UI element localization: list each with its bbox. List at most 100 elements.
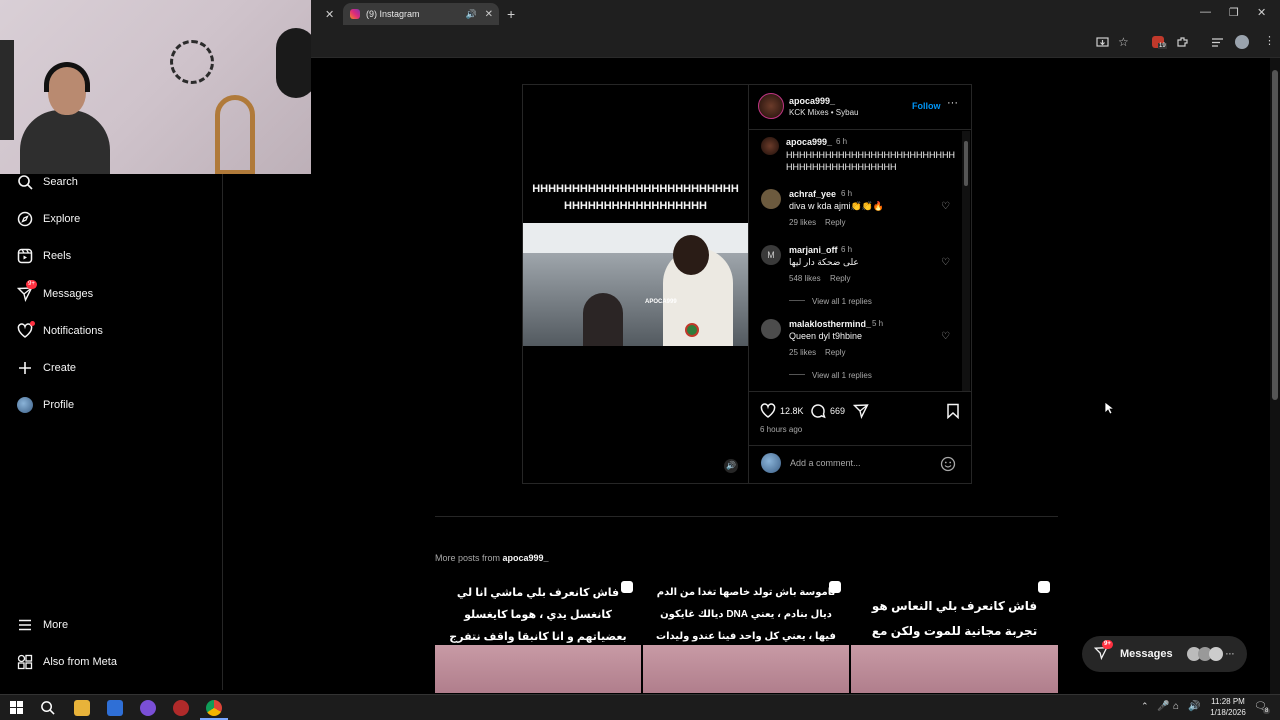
sidebar-item-notifications[interactable]: Notifications bbox=[16, 321, 103, 340]
comment-username[interactable]: achraf_yee bbox=[789, 189, 836, 199]
follow-button[interactable]: Follow bbox=[912, 101, 941, 111]
chevron-up-icon[interactable]: ⌃ bbox=[1141, 701, 1149, 712]
post-modal: HHHHHHHHHHHHHHHHHHHHHHHHHHHHHHHHHHHHHHHH… bbox=[522, 84, 972, 484]
emoji-icon[interactable] bbox=[940, 456, 956, 472]
more-posts-prefix: More posts from bbox=[435, 553, 503, 563]
like-comment-icon[interactable]: ♡ bbox=[941, 331, 950, 342]
messages-badge: 9+ bbox=[1102, 639, 1113, 649]
reply-button[interactable]: Reply bbox=[825, 348, 845, 357]
sidebar-item-profile[interactable]: Profile bbox=[16, 396, 74, 414]
media-controls-icon[interactable] bbox=[1211, 37, 1224, 48]
view-replies-button[interactable]: View all 1 replies bbox=[812, 297, 872, 306]
more-contacts-icon: ··· bbox=[1225, 649, 1235, 659]
minimize-button[interactable]: — bbox=[1200, 6, 1211, 18]
microphone-icon[interactable]: 🎤 bbox=[1157, 701, 1169, 712]
video-frame[interactable]: APOCA999 bbox=[523, 223, 748, 346]
kebab-menu-icon[interactable]: ⋮ bbox=[1264, 34, 1275, 47]
comment-username[interactable]: malaklosthermind_ bbox=[789, 319, 871, 329]
like-count[interactable]: 12.8K bbox=[780, 406, 804, 416]
headphones bbox=[44, 62, 90, 92]
view-replies-button[interactable]: View all 1 replies bbox=[812, 371, 872, 380]
install-app-icon[interactable] bbox=[1096, 36, 1109, 49]
clock-date: 1/18/2026 bbox=[1210, 708, 1246, 717]
chrome-icon[interactable] bbox=[206, 700, 222, 716]
comment-icon[interactable] bbox=[810, 403, 826, 419]
comment-username[interactable]: marjani_off bbox=[789, 245, 838, 255]
app-icon[interactable] bbox=[140, 700, 156, 716]
star-icon[interactable]: ☆ bbox=[1118, 35, 1129, 49]
sidebar-item-label: Also from Meta bbox=[43, 656, 117, 668]
scrollbar-thumb[interactable] bbox=[964, 141, 968, 186]
comment-count[interactable]: 669 bbox=[830, 406, 845, 416]
sidebar-item-more[interactable]: More bbox=[16, 616, 68, 634]
sidebar-item-explore[interactable]: Explore bbox=[16, 210, 80, 228]
comments-scrollbar[interactable] bbox=[962, 131, 970, 391]
audio-subtitle[interactable]: KCK Mixes • Sybau bbox=[789, 108, 859, 117]
sidebar-item-search[interactable]: Search bbox=[16, 173, 78, 191]
file-explorer-icon[interactable] bbox=[74, 700, 90, 716]
bookmark-icon[interactable] bbox=[946, 403, 960, 419]
new-tab-button[interactable]: + bbox=[507, 6, 515, 22]
close-window-button[interactable]: ✕ bbox=[1257, 6, 1266, 19]
comment-likes[interactable]: 25 likes bbox=[789, 348, 816, 357]
comment-avatar[interactable] bbox=[761, 189, 781, 209]
close-tab-icon[interactable]: ✕ bbox=[325, 8, 334, 21]
page-scrollbar[interactable] bbox=[1270, 58, 1280, 694]
search-icon[interactable] bbox=[40, 700, 55, 715]
author-avatar[interactable] bbox=[758, 93, 784, 119]
comment-text: على ضحكة دار ليها bbox=[789, 257, 859, 267]
maximize-button[interactable]: ❐ bbox=[1229, 6, 1239, 19]
caption-avatar[interactable] bbox=[761, 137, 779, 155]
volume-icon[interactable]: 🔊 bbox=[1188, 701, 1200, 712]
like-comment-icon[interactable]: ♡ bbox=[941, 257, 950, 268]
store-icon[interactable] bbox=[107, 700, 123, 716]
sidebar-item-reels[interactable]: Reels bbox=[16, 247, 71, 265]
share-icon[interactable] bbox=[853, 403, 869, 419]
more-post-thumb[interactable]: فاش كانعرف بلي النعاس هو تجربة مجانية لل… bbox=[851, 576, 1058, 693]
comment-input[interactable]: Add a comment... bbox=[790, 458, 861, 468]
comment-likes[interactable]: 548 likes bbox=[789, 274, 821, 283]
close-icon[interactable]: ✕ bbox=[485, 9, 493, 20]
more-post-thumb[interactable]: ناموسة باش تولد خاصها تغدا من الدم ديال … bbox=[643, 576, 849, 693]
like-comment-icon[interactable]: ♡ bbox=[941, 201, 950, 212]
avatar-icon bbox=[16, 396, 34, 414]
clock[interactable]: 11:28 PM 1/18/2026 bbox=[1204, 696, 1252, 718]
thumb-image bbox=[435, 645, 641, 693]
extension-badge: 19 bbox=[1158, 43, 1167, 49]
comment-avatar[interactable] bbox=[761, 319, 781, 339]
profile-avatar[interactable] bbox=[1235, 35, 1249, 49]
network-icon[interactable]: ⌂ bbox=[1173, 701, 1179, 712]
more-post-thumb[interactable]: فاش كانعرف بلي ماشي انا لي كانغسل يدي ، … bbox=[435, 576, 641, 693]
author-username[interactable]: apoca999_ bbox=[789, 96, 835, 106]
seated-person bbox=[583, 293, 623, 346]
comment-avatar[interactable]: M bbox=[761, 245, 781, 265]
sidebar-item-create[interactable]: Create bbox=[16, 359, 76, 377]
reply-button[interactable]: Reply bbox=[830, 274, 850, 283]
speaker-icon[interactable]: 🔊 bbox=[724, 459, 738, 473]
more-posts-username[interactable]: apoca999_ bbox=[503, 553, 549, 563]
speaker-icon[interactable]: 🔊 bbox=[466, 9, 477, 20]
reply-button[interactable]: Reply bbox=[825, 218, 845, 227]
post-media[interactable]: HHHHHHHHHHHHHHHHHHHHHHHHHHHHHHHHHHHHHHHH… bbox=[523, 85, 748, 483]
messenger-icon: 9+ bbox=[1093, 639, 1113, 663]
page-scrollbar-thumb[interactable] bbox=[1272, 70, 1278, 400]
tab-instagram[interactable]: (9) Instagram 🔊 ✕ bbox=[343, 3, 499, 25]
like-icon[interactable] bbox=[760, 403, 776, 419]
windows-start-icon[interactable] bbox=[10, 701, 23, 714]
notification-count: 8 bbox=[1263, 708, 1271, 714]
sidebar-item-also-from-meta[interactable]: Also from Meta bbox=[16, 653, 117, 671]
sidebar-item-label: Create bbox=[43, 362, 77, 374]
reels-icon bbox=[16, 247, 34, 265]
puzzle-icon[interactable] bbox=[1176, 36, 1189, 49]
app-icon[interactable] bbox=[173, 700, 189, 716]
comment-time: 6 h bbox=[841, 245, 853, 254]
comment-text: diva w kda ajmi👏👏🔥 bbox=[789, 201, 885, 211]
sidebar-item-messages[interactable]: 9+ Messages bbox=[16, 280, 93, 303]
comment-likes[interactable]: 29 likes bbox=[789, 218, 816, 227]
media-overlay-text: HHHHHHHHHHHHHHHHHHHHHHHHHHHHHHHHHHHHHHHH… bbox=[532, 183, 739, 212]
caption-username[interactable]: apoca999_ bbox=[786, 137, 832, 147]
messages-floating-button[interactable]: 9+ Messages ··· bbox=[1082, 636, 1247, 672]
more-options-icon[interactable]: ··· bbox=[947, 97, 958, 109]
clock-time: 11:28 PM bbox=[1211, 697, 1245, 706]
wall-clock bbox=[170, 40, 214, 84]
